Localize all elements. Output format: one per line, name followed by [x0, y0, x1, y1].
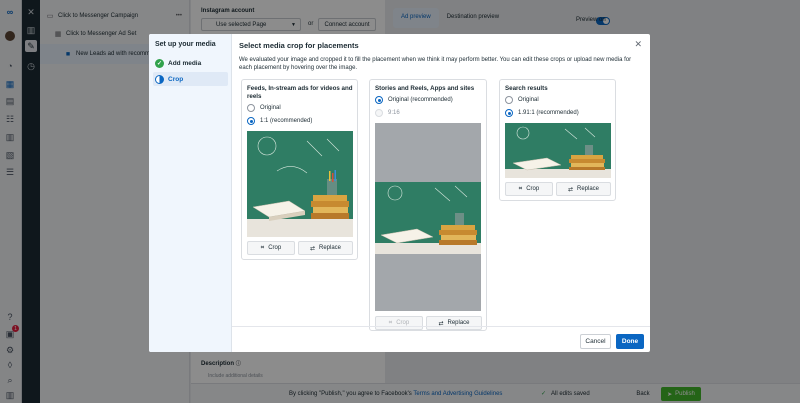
radio-label: Original [260, 105, 281, 111]
dialog-footer-divider [232, 326, 650, 327]
card-title: Search results [505, 85, 548, 92]
replace-button[interactable]: ⇄ Replace [426, 316, 482, 330]
replace-label: Replace [577, 186, 600, 192]
close-icon[interactable]: ✕ [634, 39, 642, 50]
radio-label: 1.91:1 (recommended) [518, 110, 579, 116]
crop-label: Crop [268, 245, 282, 251]
step-add-media[interactable]: ✓ Add media [153, 56, 228, 70]
radio-label: 1:1 (recommended) [260, 118, 313, 124]
cancel-button[interactable]: Cancel [580, 334, 611, 349]
replace-label: Replace [319, 245, 342, 251]
radio-1-91-1[interactable] [505, 109, 513, 117]
radio-original[interactable] [505, 96, 513, 104]
crop-icon: ⌗ [260, 244, 265, 251]
step-add-media-label: Add media [168, 59, 202, 67]
radio-option[interactable]: Original [505, 95, 539, 105]
done-button[interactable]: Done [616, 334, 644, 349]
placement-card-search: Search results Original 1.91:1 (recommen… [499, 79, 616, 201]
crop-icon: ⌗ [518, 185, 523, 192]
crop-button-disabled: ⌗ Crop [375, 316, 423, 330]
books-chalkboard-image [375, 123, 481, 311]
radio-label: Original [518, 97, 539, 103]
checkmark-icon: ✓ [155, 58, 164, 68]
crop-label: Crop [526, 186, 540, 192]
setup-steps-panel: Set up your media ✓ Add media Crop [149, 34, 232, 352]
books-chalkboard-image [247, 131, 353, 237]
radio-9-16 [375, 109, 383, 117]
radio-option[interactable]: 1.91:1 (recommended) [505, 108, 579, 118]
radio-option[interactable]: Original (recommended) [375, 95, 453, 105]
step-crop[interactable]: Crop [153, 72, 228, 86]
replace-icon: ⇄ [567, 186, 573, 193]
media-thumbnail-square[interactable] [247, 131, 353, 237]
placement-card-feeds: Feeds, In-stream ads for videos and reel… [241, 79, 358, 260]
card-title: Feeds, In-stream ads for videos and reel… [247, 85, 353, 100]
replace-button[interactable]: ⇄ Replace [556, 182, 611, 196]
setup-title: Set up your media [155, 41, 216, 48]
crop-button[interactable]: ⌗ Crop [505, 182, 553, 196]
progress-half-icon [155, 74, 164, 84]
dialog-title: Select media crop for placements [239, 41, 359, 50]
books-chalkboard-image [505, 123, 611, 178]
card-title: Stories and Reels, Apps and sites [375, 85, 475, 92]
media-thumbnail-vertical[interactable] [375, 123, 481, 311]
crop-button[interactable]: ⌗ Crop [247, 241, 295, 255]
replace-icon: ⇄ [309, 245, 315, 252]
radio-option[interactable]: 1:1 (recommended) [247, 116, 312, 126]
radio-label: 9:16 [388, 110, 400, 116]
media-crop-dialog: Set up your media ✓ Add media Crop Selec… [149, 34, 650, 352]
step-crop-label: Crop [168, 75, 184, 83]
radio-original[interactable] [247, 104, 255, 112]
media-thumbnail-wide[interactable] [505, 123, 611, 178]
radio-label: Original (recommended) [388, 97, 453, 103]
radio-option[interactable]: Original [247, 103, 281, 113]
dialog-description: We evaluated your image and cropped it t… [239, 57, 632, 71]
radio-1-1[interactable] [247, 117, 255, 125]
replace-button[interactable]: ⇄ Replace [298, 241, 353, 255]
placement-card-stories: Stories and Reels, Apps and sites Origin… [369, 79, 487, 331]
radio-original-recommended[interactable] [375, 96, 383, 104]
radio-option: 9:16 [375, 108, 400, 118]
